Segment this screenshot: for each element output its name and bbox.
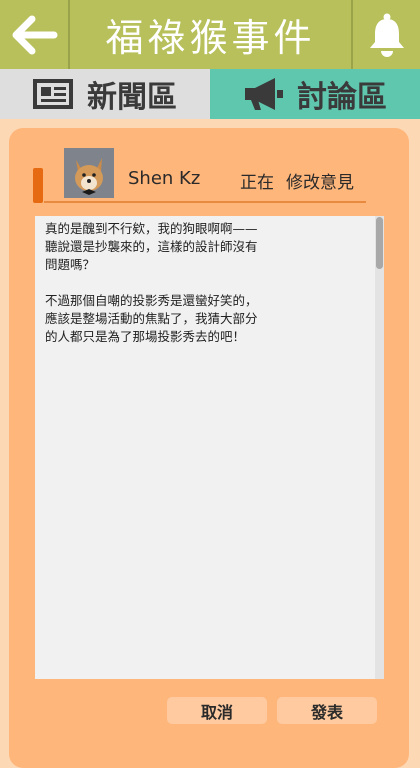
tab-news-label: 新聞區 [87, 80, 177, 115]
tab-forum-label: 討論區 [297, 80, 387, 115]
comment-text: 真的是醜到不行欸，我的狗眼啊啊—— 聽說還是抄襲來的，這樣的設計師沒有 問題嗎？… [45, 221, 258, 344]
bell-icon [369, 13, 404, 57]
author-status: 正在 修改意見 [240, 168, 366, 193]
author-action-text: 修改意見 [286, 173, 354, 193]
post-button[interactable]: 發表 [277, 697, 377, 724]
notifications-button[interactable] [353, 0, 420, 69]
avatar [64, 148, 114, 198]
arrow-left-icon [12, 15, 58, 54]
newspaper-icon [33, 79, 73, 109]
scrollbar-track[interactable] [375, 216, 384, 679]
back-button[interactable] [0, 0, 68, 69]
author-divider [44, 201, 366, 203]
app-header: 福祿猴事件 [0, 0, 420, 69]
scrollbar-thumb[interactable] [376, 217, 383, 269]
tab-forum[interactable]: 討論區 [210, 69, 420, 119]
comment-textarea[interactable]: 真的是醜到不行欸，我的狗眼啊啊—— 聽說還是抄襲來的，這樣的設計師沒有 問題嗎？… [35, 216, 384, 679]
tab-news[interactable]: 新聞區 [0, 69, 210, 119]
author-accent-bar [33, 168, 43, 203]
cancel-button[interactable]: 取消 [167, 697, 267, 724]
page-title: 福祿猴事件 [105, 16, 316, 60]
author-name: Shen Kz [128, 168, 201, 189]
section-tabs: 新聞區 討論區 [0, 69, 420, 119]
author-status-text: 正在 [240, 173, 274, 193]
megaphone-icon [245, 78, 283, 110]
shiba-avatar [64, 148, 114, 198]
